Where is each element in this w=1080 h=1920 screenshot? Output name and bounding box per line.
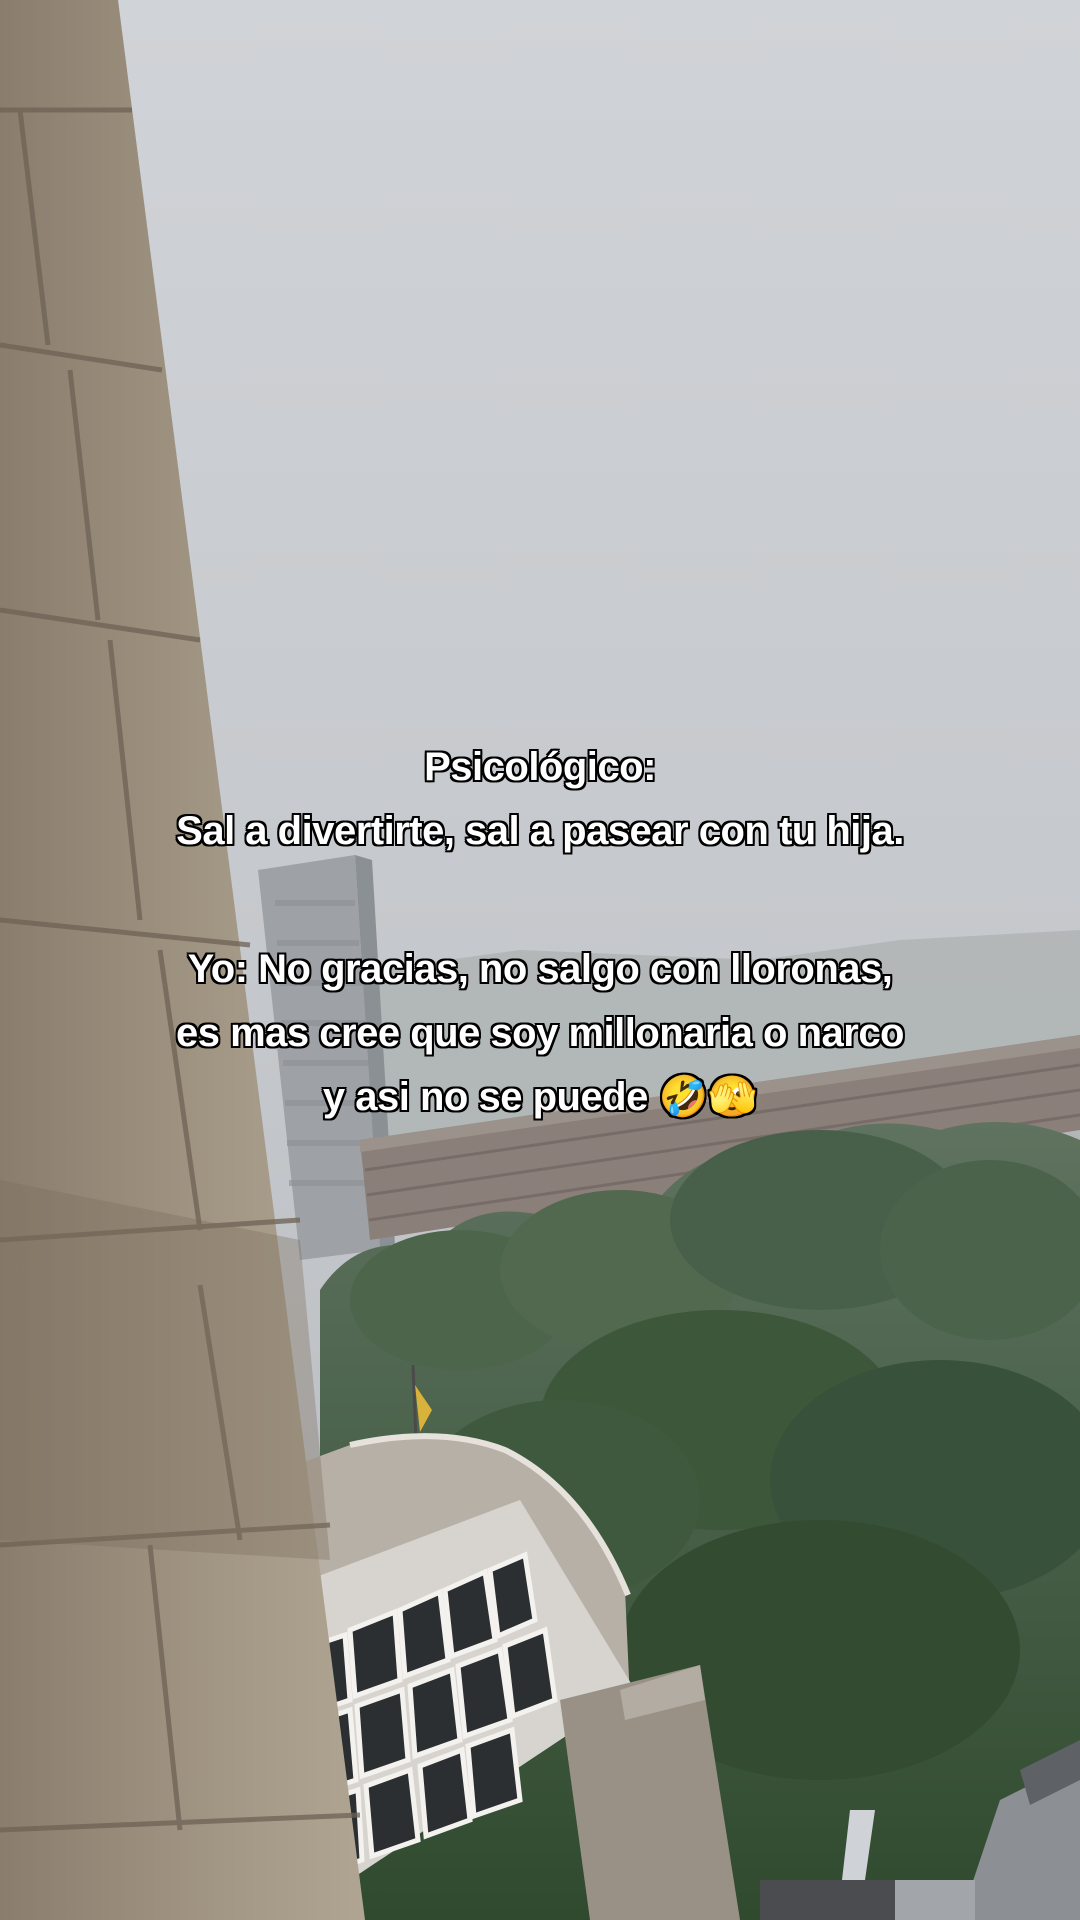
caption-line-5: y asi no se puede 🤣🫣 [322,1075,758,1119]
video-frame: Psicológico: Sal a divertirte, sal a pas… [0,0,1080,1920]
video-caption: Psicológico: Sal a divertirte, sal a pas… [0,735,1080,1129]
caption-line-4: es mas cree que soy millonaria o narco [176,1011,905,1055]
caption-line-3: Yo: No gracias, no salgo con lloronas, [187,947,893,991]
caption-line-1: Psicológico: [424,745,656,789]
caption-line-2: Sal a divertirte, sal a pasear con tu hi… [176,809,904,853]
